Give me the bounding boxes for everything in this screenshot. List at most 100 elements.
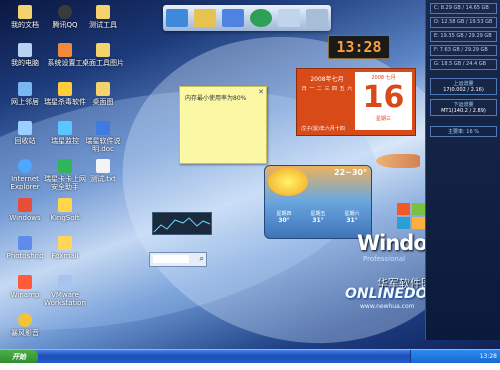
calendar-lunar-date: 戊子(鼠)年六月十四 <box>301 126 345 132</box>
watermark-url: www.newhua.com <box>360 303 415 310</box>
monitor-icon <box>58 121 72 135</box>
desktop-icon-label: KingSoft <box>50 214 80 222</box>
folder-icon <box>18 5 32 19</box>
weather-widget: 22~30° 星期四 30° 星期五 31° 星期六 31° <box>264 165 372 239</box>
dock-item[interactable] <box>306 9 328 27</box>
computer-icon <box>18 43 32 57</box>
calendar-day: 16 <box>362 80 405 115</box>
weekday-label: 三 <box>324 86 330 92</box>
desktop-icon-label: VMware Workstation <box>44 291 86 307</box>
fish-decoration <box>376 154 420 168</box>
desktop-icon-kingsoft[interactable]: KingSoft <box>42 198 88 222</box>
tray-clock[interactable]: 13:28 <box>480 353 497 360</box>
calendar-widget: 2008年七月 日 一 二 三 四 五 六 2008 七月 16 星期三 戊子(… <box>296 68 416 136</box>
antivirus-icon <box>58 82 72 96</box>
sun-icon <box>268 168 308 196</box>
desktop-icon-photoshop[interactable]: Photoshop <box>2 236 48 260</box>
folder-icon <box>96 82 110 96</box>
mail-icon <box>58 236 72 250</box>
folder-icon <box>96 5 110 19</box>
taskbar: 开始 13:28 <box>0 349 500 364</box>
desktop-icon-wallpapers[interactable]: 桌面工具图片 <box>80 43 126 67</box>
upload-stat: 上运流量 17(0.002 / 2.16) <box>430 78 497 95</box>
windows-icon <box>18 198 32 212</box>
desktop-icon-label: 测试工具 <box>89 21 117 29</box>
disk-stat: D: 12.58 GB / 19.53 GB <box>430 17 497 28</box>
desktop-icon-vmware[interactable]: VMware Workstation <box>42 275 88 307</box>
forecast-day: 星期四 30° <box>269 210 299 224</box>
dock-item[interactable] <box>278 9 300 27</box>
sticky-note[interactable]: 内存最小使用率为80% ✕ <box>179 86 267 164</box>
folder-icon <box>96 43 110 57</box>
vmware-icon <box>58 275 72 289</box>
search-icon[interactable]: ⌕ <box>200 254 204 264</box>
dock-item[interactable] <box>166 9 188 27</box>
forecast-label: 星期五 <box>310 211 326 217</box>
weekday-label: 日 <box>301 86 307 92</box>
download-stat: 下运流量 MT1(140.2 / 2.89) <box>430 99 497 116</box>
download-value: MT1(140.2 / 2.89) <box>441 108 486 114</box>
disk-stat: C: 8.29 GB / 14.65 GB <box>430 3 497 14</box>
upload-value: 17(0.002 / 2.16) <box>443 87 484 93</box>
settings-icon <box>58 43 72 57</box>
disk-stat: F: 7.63 GB / 29.29 GB <box>430 45 497 56</box>
close-icon[interactable]: ✕ <box>258 88 264 96</box>
system-monitor-panel: C: 8.29 GB / 14.65 GB D: 12.58 GB / 19.5… <box>425 0 500 340</box>
weekday-label: 六 <box>347 86 353 92</box>
start-button[interactable]: 开始 <box>0 350 38 364</box>
dock-item[interactable] <box>194 9 216 27</box>
weather-temp: 22~30° <box>334 168 367 177</box>
desktop-icon-rising-doc[interactable]: 瑞星软件说明.doc <box>80 121 126 153</box>
calendar-month-title: 2008年七月 <box>310 76 344 83</box>
traffic-graph <box>153 217 211 233</box>
disk-stat: E: 19.35 GB / 29.29 GB <box>430 31 497 42</box>
desktop-icon-label: Winamp <box>10 291 40 299</box>
weekday-label: 四 <box>332 86 338 92</box>
digital-clock-widget: 13:28 <box>328 35 390 59</box>
weekday-label: 五 <box>339 86 345 92</box>
windows-edition: Professional <box>363 255 406 263</box>
windows-flag-logo <box>397 203 425 229</box>
desktop-icon-desktop-picture[interactable]: 桌面图 <box>80 82 126 106</box>
desktop-icon-winamp[interactable]: Winamp <box>2 275 48 299</box>
desktop-icon-label: 桌面工具图片 <box>82 59 124 67</box>
dock-item[interactable] <box>250 9 272 27</box>
winamp-icon <box>18 275 32 289</box>
desktop-icon-label: Foxmail <box>51 252 79 260</box>
search-widget: ⌕ <box>149 252 207 267</box>
desktop-icon-label: Photoshop <box>6 252 44 260</box>
search-input[interactable] <box>153 255 189 263</box>
note-text: 内存最小使用率为80% <box>185 95 247 102</box>
app-icon <box>58 198 72 212</box>
shield-icon <box>58 159 72 173</box>
desktop-icon-label: 测试.txt <box>90 175 116 183</box>
network-icon <box>18 82 32 96</box>
desktop-icon-test-tools[interactable]: 测试工具 <box>80 5 126 29</box>
calendar-weekday: 星期三 <box>375 116 391 122</box>
forecast-temp: 30° <box>278 217 290 224</box>
desktop-icon-label: 桌面图 <box>92 98 114 106</box>
app-icon <box>18 236 32 250</box>
text-file-icon <box>96 159 110 173</box>
document-icon <box>96 121 110 135</box>
forecast-label: 星期四 <box>276 211 292 217</box>
network-meter-widget <box>152 212 212 235</box>
calendar-month-grid: 2008年七月 日 一 二 三 四 五 六 <box>301 74 353 92</box>
desktop-icon-label: 瑞星软件说明.doc <box>85 137 121 153</box>
desktop-icon-test-txt[interactable]: 测试.txt <box>80 159 126 183</box>
forecast-day: 星期五 31° <box>303 210 333 224</box>
quick-launch-dock <box>163 5 331 31</box>
desktop-icon-foxmail[interactable]: Foxmail <box>42 236 88 260</box>
media-player-icon <box>18 313 32 327</box>
desktop-icon-storm-player[interactable]: 暴风影音 <box>2 313 48 337</box>
cpu-stat: 主要率: 16 % <box>430 126 497 137</box>
dock-item[interactable] <box>222 9 244 27</box>
forecast-temp: 31° <box>312 217 324 224</box>
desktop-background: 我的文档 腾讯QQ 测试工具 我的电脑 系统设置工 桌面工具图片 网上邻居 瑞星… <box>0 0 500 370</box>
system-tray: 13:28 <box>410 350 500 364</box>
calendar-day-panel: 2008 七月 16 星期三 <box>355 72 412 130</box>
bottom-margin <box>0 363 500 370</box>
weekday-label: 二 <box>316 86 322 92</box>
qq-icon <box>58 5 72 19</box>
weekday-label: 一 <box>309 86 315 92</box>
